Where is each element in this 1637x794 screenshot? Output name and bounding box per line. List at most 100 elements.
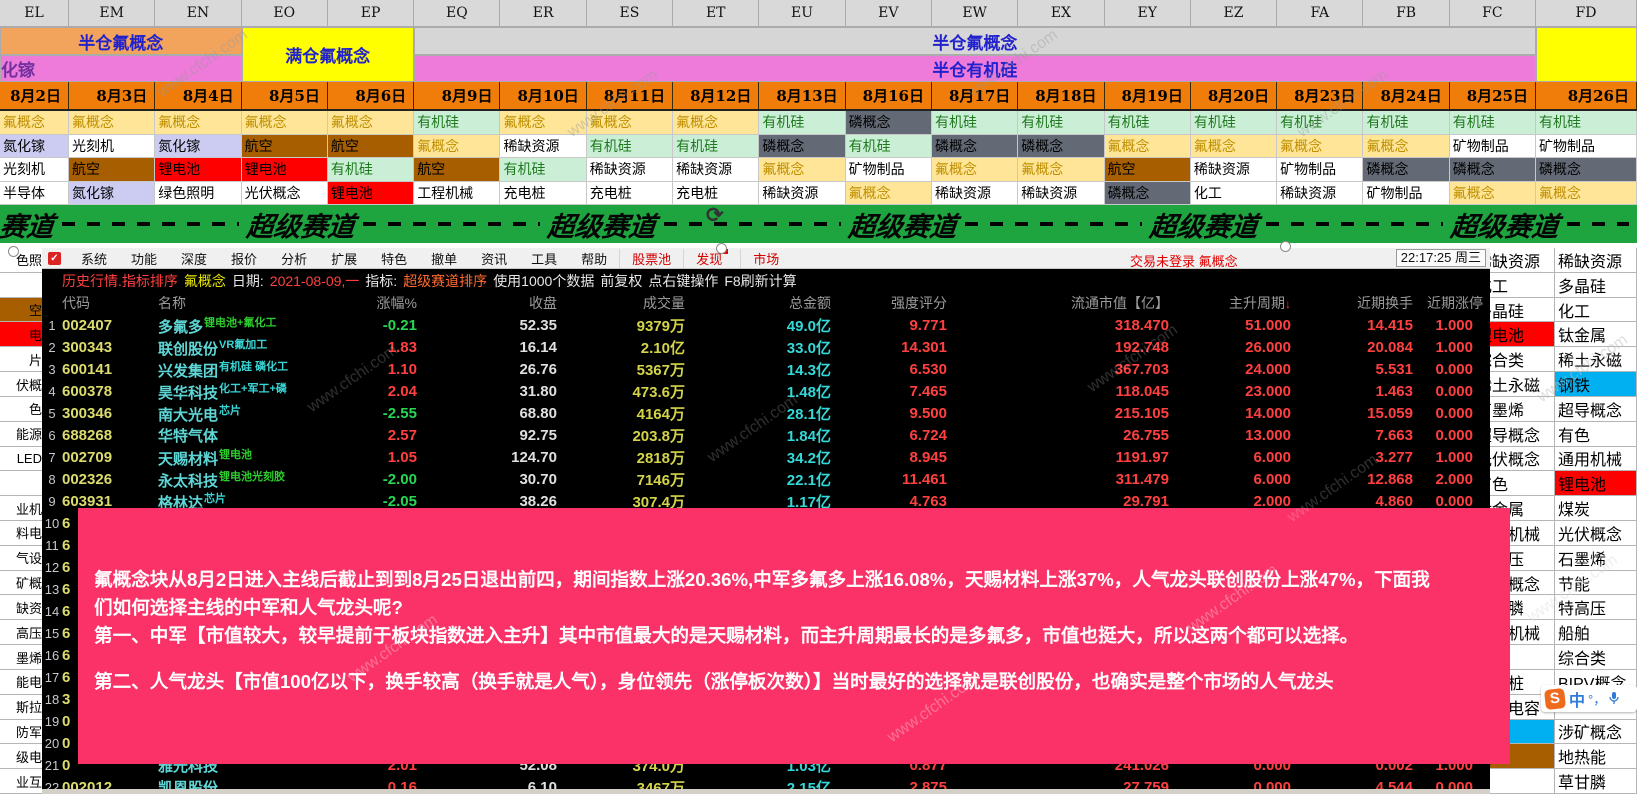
column-header-EM[interactable]: EM xyxy=(69,0,155,27)
right-concept-cell[interactable]: 船舶 xyxy=(1555,620,1637,645)
menu-item-股票池[interactable]: 股票池 xyxy=(619,249,683,268)
left-strip-cell[interactable]: 能电 xyxy=(0,670,42,695)
selection-handle[interactable] xyxy=(1280,241,1291,252)
concept-cell[interactable]: 磷概念 xyxy=(759,135,845,159)
table-row[interactable]: 1002407多氟多锂电池+氟化工-0.2152.359379万49.0亿9.7… xyxy=(42,314,1490,336)
date-cell[interactable]: 8月17日 xyxy=(932,82,1018,111)
column-header-EZ[interactable]: EZ xyxy=(1191,0,1277,27)
concept-cell[interactable]: 稀缺资源 xyxy=(1191,158,1277,182)
column-header-EV[interactable]: EV xyxy=(846,0,932,27)
concept-cell[interactable]: 矿物制品 xyxy=(1536,135,1637,159)
left-strip-cell[interactable]: 矿概 xyxy=(0,571,42,596)
concept-cell[interactable]: 光伏概念 xyxy=(242,182,328,206)
date-cell[interactable]: 8月16日 xyxy=(846,82,932,111)
concept-cell[interactable]: 矿物制品 xyxy=(1450,135,1536,159)
concept-cell[interactable]: 磷概念 xyxy=(1536,158,1637,182)
right-concept-cell[interactable]: 草甘膦 xyxy=(1555,769,1637,794)
right-concept-cell[interactable]: 多晶硅 xyxy=(1555,273,1637,298)
date-cell[interactable]: 8月5日 xyxy=(242,82,328,111)
concept-cell[interactable]: 磷概念 xyxy=(932,135,1018,159)
right-concept-cell[interactable]: 石墨烯 xyxy=(1555,546,1637,571)
concept-cell[interactable]: 有机硅 xyxy=(673,135,759,159)
concept-cell[interactable]: 氟概念 xyxy=(1277,135,1363,159)
concept-cell[interactable]: 磷概念 xyxy=(1450,158,1536,182)
right-concept-cell[interactable]: 涉矿概念 xyxy=(1555,720,1637,745)
menu-item-功能[interactable]: 功能 xyxy=(119,249,169,268)
concept-cell[interactable]: 航空 xyxy=(69,158,155,182)
right-concept-cell[interactable]: 稀土永磁 xyxy=(1555,347,1637,372)
concept-cell[interactable]: 有机硅 xyxy=(587,135,673,159)
concept-cell[interactable]: 矿物制品 xyxy=(1277,158,1363,182)
column-header-EW[interactable]: EW xyxy=(932,0,1018,27)
concept-cell[interactable]: 半导体 xyxy=(0,182,69,206)
concept-cell[interactable]: 氟概念 xyxy=(846,182,932,206)
menu-item-深度[interactable]: 深度 xyxy=(169,249,219,268)
concept-cell[interactable]: 有机硅 xyxy=(1536,111,1637,135)
concept-cell[interactable]: 光刻机 xyxy=(69,135,155,159)
column-header-EL[interactable]: EL xyxy=(0,0,69,27)
date-cell[interactable]: 8月2日 xyxy=(0,82,69,111)
concept-cell[interactable]: 化工 xyxy=(1191,182,1277,206)
left-strip-cell[interactable]: 缺资 xyxy=(0,595,42,620)
concept-cell[interactable]: 氮化镓 xyxy=(69,182,155,206)
concept-cell[interactable]: 充电桩 xyxy=(500,182,586,206)
concept-cell[interactable]: 有机硅 xyxy=(1018,111,1104,135)
date-cell[interactable]: 8月25日 xyxy=(1450,82,1536,111)
concept-cell[interactable]: 氟概念 xyxy=(69,111,155,135)
concept-cell[interactable]: 氟概念 xyxy=(1536,182,1637,206)
date-cell[interactable]: 8月4日 xyxy=(155,82,241,111)
concept-cell[interactable]: 工程机械 xyxy=(414,182,500,206)
concept-cell[interactable]: 有机硅 xyxy=(1191,111,1277,135)
table-row[interactable]: 5300346南大光电芯片-2.5568.804164万28.1亿9.50021… xyxy=(42,402,1490,424)
column-header-EU[interactable]: EU xyxy=(759,0,845,27)
table-header-cell[interactable]: 主升周期↓ xyxy=(1183,293,1305,313)
concept-cell[interactable]: 稀缺资源 xyxy=(673,158,759,182)
column-header-EX[interactable]: EX xyxy=(1018,0,1104,27)
column-header-ET[interactable]: ET xyxy=(673,0,759,27)
concept-cell[interactable]: 光刻机 xyxy=(0,158,69,182)
sogou-logo-icon[interactable]: S xyxy=(1544,688,1566,710)
concept-cell[interactable]: 稀缺资源 xyxy=(1018,182,1104,206)
table-row[interactable]: 7002709天赐材料锂电池1.05124.702818万34.2亿8.9451… xyxy=(42,446,1490,468)
date-cell[interactable]: 8月10日 xyxy=(500,82,586,111)
concept-cell[interactable]: 航空 xyxy=(242,135,328,159)
left-strip-cell[interactable]: 业机 xyxy=(0,496,42,521)
column-header-EY[interactable]: EY xyxy=(1105,0,1191,27)
table-header-cell[interactable]: 涨幅% xyxy=(333,293,431,313)
left-strip-cell[interactable]: LED xyxy=(0,447,42,472)
banner-gan-partial[interactable]: 化镓 xyxy=(0,55,242,82)
concept-cell[interactable]: 有机硅 xyxy=(328,158,414,182)
menu-item-市场[interactable]: 市场 xyxy=(740,249,791,268)
left-strip-cell[interactable]: 墨烯 xyxy=(0,645,42,670)
concept-cell[interactable]: 氟概念 xyxy=(414,135,500,159)
banner-full-fluorine[interactable]: 满仓氟概念 xyxy=(242,27,414,82)
table-row[interactable]: 6688268华特气体2.5792.75203.8万1.84亿6.72426.7… xyxy=(42,424,1490,446)
concept-cell[interactable]: 航空 xyxy=(328,135,414,159)
table-row[interactable]: 3600141兴发集团有机硅 磷化工1.1026.765367万14.3亿6.5… xyxy=(42,358,1490,380)
menu-item-扩展[interactable]: 扩展 xyxy=(319,249,369,268)
concept-cell[interactable]: 矿物制品 xyxy=(846,158,932,182)
concept-cell[interactable]: 有机硅 xyxy=(759,111,845,135)
banner-half-fluorine-right[interactable]: 半仓氟概念 xyxy=(414,27,1536,55)
concept-cell[interactable]: 航空 xyxy=(414,158,500,182)
left-strip-cell[interactable]: 料电 xyxy=(0,521,42,546)
menu-item-资讯[interactable]: 资讯 xyxy=(469,249,519,268)
concept-cell[interactable]: 有机硅 xyxy=(1450,111,1536,135)
date-cell[interactable]: 8月6日 xyxy=(328,82,414,111)
right-concept-cell[interactable]: 节能 xyxy=(1555,571,1637,596)
concept-cell[interactable]: 锂电池 xyxy=(328,182,414,206)
date-cell[interactable]: 8月13日 xyxy=(759,82,845,111)
table-header-cell[interactable]: 代码 xyxy=(62,293,158,313)
right-concept-cell[interactable]: 有色 xyxy=(1555,422,1637,447)
concept-cell[interactable]: 稀缺资源 xyxy=(587,158,673,182)
concept-cell[interactable]: 氟概念 xyxy=(242,111,328,135)
date-cell[interactable]: 8月9日 xyxy=(414,82,500,111)
date-cell[interactable]: 8月18日 xyxy=(1018,82,1104,111)
selection-handle[interactable] xyxy=(8,246,19,257)
column-header-EN[interactable]: EN xyxy=(155,0,241,27)
table-header-cell[interactable]: 名称 xyxy=(158,293,333,313)
concept-cell[interactable]: 绿色照明 xyxy=(155,182,241,206)
concept-cell[interactable]: 氮化镓 xyxy=(155,135,241,159)
concept-cell[interactable]: 有机硅 xyxy=(1105,111,1191,135)
rotate-handle-icon[interactable]: ⟳ xyxy=(706,203,724,228)
